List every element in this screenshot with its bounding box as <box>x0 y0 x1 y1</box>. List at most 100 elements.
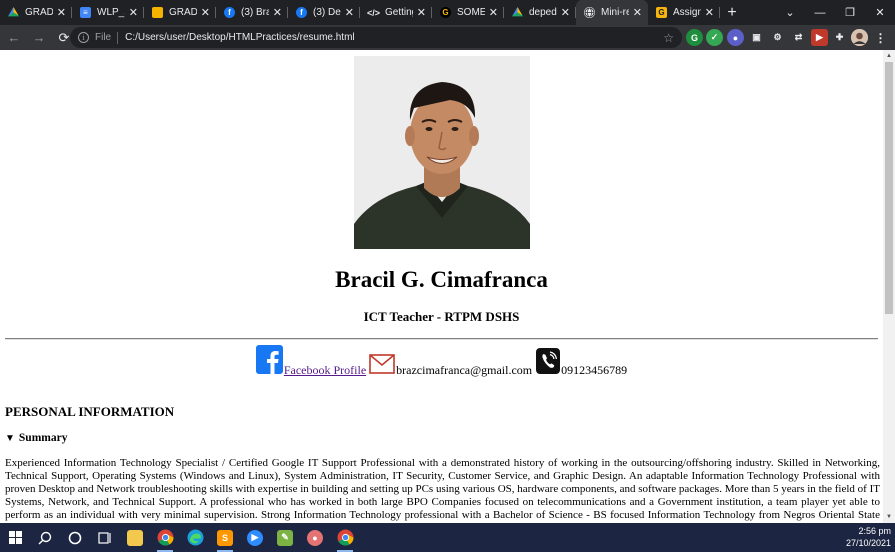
close-icon[interactable]: ✕ <box>345 6 354 19</box>
tab-title: SOMEO <box>457 7 485 18</box>
page-scrollbar[interactable]: ▲ ▼ <box>883 50 895 523</box>
scroll-down-icon[interactable]: ▼ <box>883 512 895 522</box>
grammarly-icon[interactable]: G <box>686 29 703 46</box>
extension-cast-icon[interactable]: ⇄ <box>790 29 807 46</box>
close-icon[interactable]: ✕ <box>57 6 66 19</box>
browser-tab[interactable]: </> Getting ✕ <box>360 0 432 25</box>
tab-title: WLP_SD <box>97 7 125 18</box>
browser-tab-active[interactable]: Mini-res ✕ <box>576 0 648 25</box>
facebook-icon[interactable] <box>255 345 283 378</box>
address-separator <box>117 31 119 44</box>
paint-icon[interactable]: ● <box>300 523 330 552</box>
chrome-window-icon[interactable] <box>330 523 360 552</box>
someone-icon: G <box>440 7 451 18</box>
minimize-icon[interactable]: — <box>805 0 835 25</box>
tab-title: (3) DepE <box>313 7 341 18</box>
menu-kebab-icon[interactable]: ⋮ <box>872 29 889 46</box>
extension-red-icon[interactable]: ▶ <box>811 29 828 46</box>
clock-date: 27/10/2021 <box>845 538 891 548</box>
close-icon[interactable]: ✕ <box>417 6 426 19</box>
zoom-icon[interactable]: ▶ <box>240 523 270 552</box>
tab-title: Getting <box>385 7 413 18</box>
new-tab-button[interactable]: + <box>720 0 744 25</box>
resume-name: Bracil G. Cimafranca <box>335 267 548 292</box>
extensions-puzzle-icon[interactable]: ✚ <box>831 29 848 46</box>
divider <box>5 338 878 340</box>
restore-icon[interactable]: ❐ <box>835 0 865 25</box>
google-slides-icon <box>152 7 163 18</box>
forward-icon[interactable]: → <box>28 27 50 49</box>
close-window-icon[interactable]: ✕ <box>865 0 895 25</box>
windows-start-icon[interactable] <box>0 523 30 552</box>
browser-tab[interactable]: f (3) DepE ✕ <box>288 0 360 25</box>
close-icon[interactable]: ✕ <box>201 6 210 19</box>
code-icon: </> <box>367 7 381 18</box>
page-viewport: Bracil G. Cimafranca ICT Teacher - RTPM … <box>0 50 883 523</box>
close-icon[interactable]: ✕ <box>489 6 498 19</box>
back-icon[interactable]: ← <box>3 27 25 49</box>
browser-tab[interactable]: G SOMEO ✕ <box>432 0 504 25</box>
tab-strip: GRADE ✕ ≡ WLP_SD ✕ GRADE ✕ f (3) Braci ✕… <box>0 0 895 25</box>
browser-tab[interactable]: deped p ✕ <box>504 0 576 25</box>
screenshot-icon[interactable]: ▣ <box>748 29 765 46</box>
phone-icon <box>536 348 561 378</box>
google-classroom-icon: G <box>656 7 667 18</box>
task-view-icon[interactable] <box>90 523 120 552</box>
facebook-icon: f <box>296 7 307 18</box>
sublime-text-icon[interactable]: S <box>210 523 240 552</box>
close-icon[interactable]: ✕ <box>633 6 642 19</box>
tab-title: Assignm <box>673 7 701 18</box>
profile-photo <box>354 56 530 249</box>
file-explorer-icon[interactable] <box>120 523 150 552</box>
tab-title: GRADE <box>169 7 197 18</box>
tab-title: deped p <box>529 7 557 18</box>
search-icon[interactable] <box>30 523 60 552</box>
summary-toggle[interactable]: ▼ Summary <box>5 432 67 444</box>
google-drive-icon <box>8 7 19 17</box>
browser-tab[interactable]: f (3) Braci ✕ <box>216 0 288 25</box>
clock-time: 2:56 pm <box>858 526 891 536</box>
cortana-icon[interactable] <box>60 523 90 552</box>
browser-toolbar: ← → ⟳ i File C:/Users/user/Desktop/HTMLP… <box>0 25 895 50</box>
tab-title: Mini-res <box>601 7 629 18</box>
scrollbar-thumb[interactable] <box>885 62 893 314</box>
close-icon[interactable]: ✕ <box>561 6 570 19</box>
bookmark-star-icon[interactable]: ☆ <box>663 31 674 45</box>
close-icon[interactable]: ✕ <box>129 6 138 19</box>
browser-tab[interactable]: GRADE ✕ <box>0 0 72 25</box>
facebook-profile-link[interactable]: Facebook Profile <box>284 363 366 378</box>
browser-tab[interactable]: ≡ WLP_SD ✕ <box>72 0 144 25</box>
globe-icon <box>584 7 595 18</box>
notepad-app-icon[interactable]: ✎ <box>270 523 300 552</box>
disclosure-triangle-icon: ▼ <box>5 433 15 444</box>
windows-taskbar: S ▶ ✎ ● 2:56 pm 27/10/2021 <box>0 523 895 552</box>
section-title-personal-info: PERSONAL INFORMATION <box>5 404 175 419</box>
extension-circle-icon[interactable]: ● <box>727 29 744 46</box>
phone-number: 09123456789 <box>561 363 628 377</box>
profile-avatar[interactable] <box>851 29 868 46</box>
tab-title: (3) Braci <box>241 7 269 18</box>
email-icon <box>369 354 395 378</box>
scroll-up-icon[interactable]: ▲ <box>883 51 895 61</box>
tab-title: GRADE <box>25 7 53 18</box>
address-scheme: File <box>95 32 112 43</box>
info-icon[interactable]: i <box>78 32 89 43</box>
summary-label: Summary <box>18 432 68 444</box>
email-address: brazcimafranca@gmail.com <box>396 363 533 377</box>
google-docs-icon: ≡ <box>80 7 91 18</box>
contact-row: Facebook Profile brazcimafranca@gmail.co… <box>0 345 883 378</box>
browser-tab[interactable]: GRADE ✕ <box>144 0 216 25</box>
extension-leaf-icon[interactable]: ✓ <box>706 29 723 46</box>
chrome-icon[interactable] <box>150 523 180 552</box>
close-icon[interactable]: ✕ <box>273 6 282 19</box>
close-icon[interactable]: ✕ <box>705 6 714 19</box>
summary-text: Experienced Information Technology Speci… <box>5 457 880 523</box>
system-clock[interactable]: 2:56 pm 27/10/2021 <box>846 525 891 549</box>
extension-gear-icon[interactable]: ⚙ <box>769 29 786 46</box>
address-url[interactable]: C:/Users/user/Desktop/HTMLPractices/resu… <box>125 32 355 43</box>
edge-icon[interactable] <box>180 523 210 552</box>
address-bar[interactable]: i File C:/Users/user/Desktop/HTMLPractic… <box>70 27 682 48</box>
browser-tab[interactable]: G Assignm ✕ <box>648 0 720 25</box>
tab-search-icon[interactable]: ⌄ <box>775 0 805 25</box>
facebook-icon: f <box>224 7 235 18</box>
